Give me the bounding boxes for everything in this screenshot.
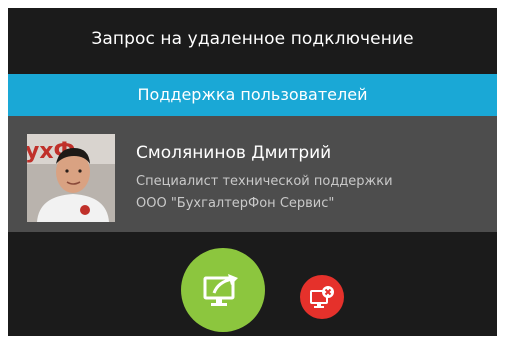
remote-connection-dialog: Запрос на удаленное подключение Поддержк…: [8, 8, 497, 336]
agent-role: Специалист технической поддержки: [136, 174, 393, 189]
accept-connection-button[interactable]: [181, 248, 265, 332]
decline-connection-button[interactable]: [300, 275, 344, 319]
agent-card: ухФ Смолянинов Дмитрий Специалист технич…: [8, 116, 497, 232]
agent-name: Смолянинов Дмитрий: [136, 143, 332, 163]
agent-company: ООО "БухгалтерФон Сервис": [136, 196, 335, 211]
monitor-disconnect-icon: [310, 286, 334, 308]
section-header: Поддержка пользователей: [8, 74, 497, 116]
avatar-photo-icon: ухФ: [27, 134, 115, 222]
dialog-title: Запрос на удаленное подключение: [91, 29, 414, 49]
monitor-connect-icon: [203, 274, 238, 306]
agent-avatar: ухФ: [27, 134, 115, 222]
